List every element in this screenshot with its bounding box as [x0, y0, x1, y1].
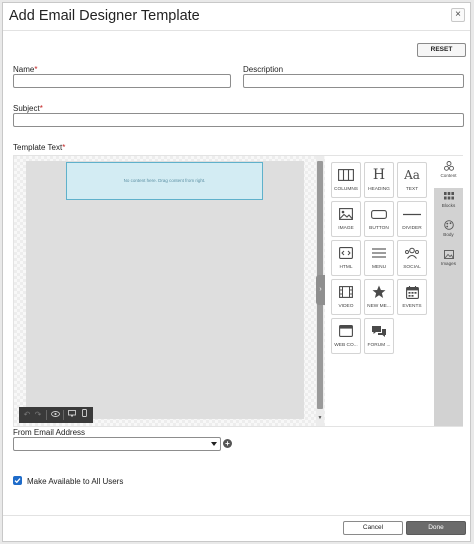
content-block-label: SOCIAL [403, 265, 421, 270]
content-block-menu[interactable]: MENU [364, 240, 394, 276]
star-icon [365, 284, 393, 300]
content-block-label: HEADING [368, 187, 390, 192]
divider-icon [398, 206, 426, 222]
content-block-label: BUTTON [369, 226, 389, 231]
tab-label: Images [440, 261, 457, 266]
add-email-icon[interactable]: + [223, 439, 232, 448]
template-text-label: Template Text* [13, 143, 66, 152]
text-icon: Aa [404, 168, 420, 182]
close-icon: × [455, 9, 461, 20]
content-block-label: NEW ME... [367, 304, 391, 309]
tab-images[interactable]: Images [434, 244, 463, 276]
web-component-icon [332, 323, 360, 339]
dialog-title: Add Email Designer Template [9, 8, 200, 24]
content-block-label: EVENTS [402, 304, 422, 309]
editor-toolbar: ↶ ↷ [19, 407, 93, 423]
calendar-icon [398, 284, 426, 300]
add-template-dialog: Add Email Designer Template × RESET Name… [2, 2, 471, 542]
tab-label: Body [443, 232, 454, 237]
description-input[interactable] [243, 74, 464, 88]
cancel-button[interactable]: Cancel [343, 521, 403, 535]
from-email-label: From Email Address [13, 428, 86, 437]
checkmark-icon [14, 478, 21, 484]
subject-label: Subject* [13, 104, 43, 113]
tab-label: Blocks [441, 203, 456, 208]
required-marker: * [34, 65, 38, 74]
image-icon [332, 206, 360, 222]
content-icon [434, 160, 463, 172]
content-block-video[interactable]: VIDEO [331, 279, 361, 315]
content-block-label: WEB CO... [334, 343, 358, 348]
editor-side-tabs: Content Blocks Body Images [434, 156, 463, 426]
video-icon [332, 284, 360, 300]
make-available-label: Make Available to All Users [27, 477, 124, 486]
required-marker: * [39, 104, 43, 113]
mobile-view-icon[interactable] [78, 407, 90, 423]
heading-icon: H [372, 167, 386, 183]
menu-icon [365, 245, 393, 261]
content-block-image[interactable]: IMAGE [331, 201, 361, 237]
email-canvas[interactable]: No content here. Drag content from right… [26, 161, 304, 419]
blocks-icon [434, 190, 463, 202]
button-icon [365, 206, 393, 222]
html-icon [332, 245, 360, 261]
content-block-new-member[interactable]: NEW ME... [364, 279, 394, 315]
body-icon [434, 219, 463, 231]
done-button[interactable]: Done [406, 521, 466, 535]
tab-blocks[interactable]: Blocks [434, 186, 463, 218]
forum-icon [365, 323, 393, 339]
content-block-button[interactable]: BUTTON [364, 201, 394, 237]
content-block-web-component[interactable]: WEB CO... [331, 318, 361, 354]
tab-content[interactable]: Content [434, 156, 463, 188]
redo-icon[interactable]: ↷ [32, 407, 44, 423]
from-email-select[interactable] [13, 437, 221, 451]
content-block-events[interactable]: EVENTS [397, 279, 427, 315]
chevron-down-icon [211, 442, 217, 446]
subject-input[interactable] [13, 113, 464, 127]
email-designer-editor: No content here. Drag content from right… [13, 155, 463, 427]
content-block-label: FORUM ... [367, 343, 391, 348]
description-label: Description [243, 65, 284, 74]
content-block-label: DIVIDER [402, 226, 422, 231]
chevron-right-icon: › [319, 286, 322, 293]
content-block-forum[interactable]: FORUM ... [364, 318, 394, 354]
tab-label: Content [440, 173, 457, 178]
content-block-divider[interactable]: DIVIDER [397, 201, 427, 237]
content-block-label: MENU [371, 265, 387, 270]
columns-icon [332, 167, 360, 183]
content-block-label: IMAGE [338, 226, 354, 231]
reset-button[interactable]: RESET [417, 43, 466, 57]
social-icon [398, 245, 426, 261]
content-block-heading[interactable]: H HEADING [364, 162, 394, 198]
content-block-text[interactable]: Aa TEXT [397, 162, 427, 198]
content-block-html[interactable]: HTML [331, 240, 361, 276]
toolbar-divider [63, 410, 64, 420]
panel-collapse-handle[interactable]: › [316, 275, 325, 305]
desktop-view-icon[interactable] [66, 407, 78, 423]
content-block-label: HTML [339, 265, 353, 270]
content-block-label: VIDEO [338, 304, 354, 309]
name-input[interactable] [13, 74, 231, 88]
scroll-down-arrow-icon[interactable]: ▼ [316, 414, 324, 422]
content-blocks-panel: COLUMNS H HEADING Aa TEXT IMAGE BUTTON D [328, 156, 434, 426]
close-button[interactable]: × [451, 8, 465, 22]
content-block-label: TEXT [405, 187, 419, 192]
footer-divider [3, 515, 470, 516]
required-marker: * [62, 143, 66, 152]
dialog-title-bar: Add Email Designer Template × [3, 3, 470, 31]
content-block-social[interactable]: SOCIAL [397, 240, 427, 276]
name-label: Name* [13, 65, 38, 74]
content-block-label: COLUMNS [334, 187, 358, 192]
preview-eye-icon[interactable] [49, 407, 61, 423]
empty-drop-zone[interactable]: No content here. Drag content from right… [66, 162, 263, 200]
toolbar-divider [46, 410, 47, 420]
make-available-checkbox[interactable] [13, 476, 22, 485]
images-icon [434, 248, 463, 260]
tab-body[interactable]: Body [434, 215, 463, 247]
content-block-columns[interactable]: COLUMNS [331, 162, 361, 198]
